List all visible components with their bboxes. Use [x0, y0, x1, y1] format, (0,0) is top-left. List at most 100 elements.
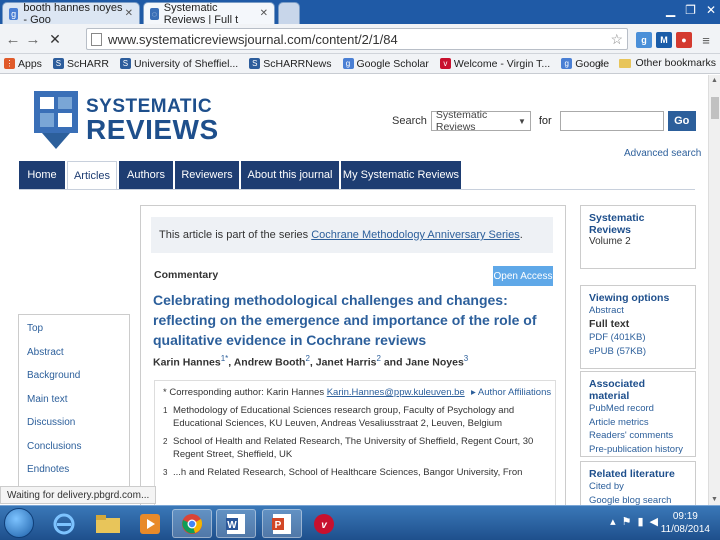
- virgin-media-icon[interactable]: v: [304, 509, 344, 538]
- menu-icon[interactable]: ≡: [698, 32, 714, 48]
- related-literature-box: Related literature Cited by Google blog …: [580, 461, 696, 505]
- logo-text: SYSTEMATIC REVIEWS: [86, 97, 219, 144]
- associated-link[interactable]: PubMed record: [589, 402, 687, 416]
- stop-icon[interactable]: ✕: [46, 30, 64, 48]
- volume-icon[interactable]: ◀: [650, 515, 658, 528]
- bookmark-apps[interactable]: ⋮ Apps: [4, 58, 42, 70]
- site-nav: Home Articles Authors Reviewers About th…: [19, 161, 463, 189]
- taskbar-clock[interactable]: 09:19 11/08/2014: [661, 510, 710, 536]
- search-input[interactable]: [559, 111, 664, 131]
- page-scrollbar[interactable]: ▲ ▼: [708, 75, 720, 505]
- toc-item[interactable]: Abstract: [27, 347, 129, 371]
- search-go-button[interactable]: Go: [667, 111, 696, 131]
- series-prefix: This article is part of the series: [159, 229, 312, 241]
- affiliation-text: School of Health and Related Research, T…: [173, 436, 534, 460]
- other-bookmarks[interactable]: » Other bookmarks: [598, 57, 716, 69]
- series-link[interactable]: Cochrane Methodology Anniversary Series: [311, 229, 520, 241]
- svg-text:W: W: [227, 520, 237, 531]
- viewing-options-title: Viewing options: [589, 292, 670, 304]
- media-player-icon[interactable]: [130, 509, 170, 538]
- related-link[interactable]: Cited by: [589, 480, 687, 494]
- bookmark-star-icon[interactable]: ☆: [610, 31, 623, 48]
- windows-taskbar: W P v ▴ ⚑ ▮ ◀ 09:19 11/08/2014: [0, 505, 720, 540]
- bookmark-virgin[interactable]: v Welcome - Virgin T...: [439, 57, 551, 70]
- close-tab-icon[interactable]: ✕: [125, 8, 133, 19]
- clock-date: 11/08/2014: [660, 524, 710, 535]
- nav-authors[interactable]: Authors: [119, 161, 173, 189]
- tab-google-search[interactable]: g booth hannes noyes - Goo ✕: [2, 2, 140, 26]
- author-name[interactable]: Jane Noyes: [405, 357, 463, 369]
- associated-link[interactable]: Readers' comments: [589, 429, 687, 443]
- toc-item[interactable]: Conclusions: [27, 441, 129, 465]
- bookmark-scharrnews[interactable]: S ScHARRNews: [249, 57, 332, 70]
- affiliation-number: 2: [163, 437, 168, 446]
- toc-item[interactable]: Top: [27, 323, 129, 347]
- bookmark-label: Apps: [18, 57, 42, 70]
- close-tab-icon[interactable]: ✕: [260, 8, 268, 19]
- associated-link[interactable]: Pre-publication history: [589, 443, 687, 457]
- nav-home[interactable]: Home: [19, 161, 65, 189]
- journal-box: Systematic Reviews Volume 2: [580, 205, 696, 269]
- advanced-search-link[interactable]: Advanced search: [624, 148, 701, 159]
- start-button[interactable]: [4, 508, 34, 538]
- bookmark-label: ScHARRNews: [263, 57, 332, 70]
- apps-grid-icon: ⋮: [4, 58, 15, 69]
- tray-arrow-icon[interactable]: ▴: [610, 515, 616, 528]
- author-name[interactable]: Andrew Booth: [234, 357, 306, 369]
- new-tab-button[interactable]: [278, 2, 300, 24]
- google-favicon-icon: g: [342, 58, 354, 69]
- nav-my-systematic-reviews[interactable]: My Systematic Reviews: [341, 161, 461, 189]
- corr-email-link[interactable]: Karin.Hannes@ppw.kuleuven.be: [327, 387, 465, 398]
- bookmark-label: Welcome - Virgin T...: [453, 57, 551, 70]
- view-option-epub[interactable]: ePUB (57KB): [589, 345, 687, 359]
- address-bar[interactable]: www.systematicreviewsjournal.com/content…: [86, 28, 628, 50]
- toc-item[interactable]: Main text: [27, 394, 129, 418]
- scroll-down-icon[interactable]: ▼: [711, 496, 718, 503]
- close-window-icon[interactable]: ✕: [706, 3, 716, 17]
- tab-label: Systematic Reviews | Full t: [163, 1, 239, 26]
- toc-item[interactable]: Discussion: [27, 417, 129, 441]
- chrome-icon[interactable]: [172, 509, 212, 538]
- article-toc: Top Abstract Background Main text Discus…: [18, 314, 130, 504]
- toc-item[interactable]: Endnotes: [27, 464, 129, 488]
- related-link[interactable]: Google blog search: [589, 494, 687, 506]
- powerpoint-icon[interactable]: P: [262, 509, 302, 538]
- view-option-pdf[interactable]: PDF (401KB): [589, 331, 687, 345]
- security-flag-icon[interactable]: ⚑: [622, 515, 632, 528]
- nav-about[interactable]: About this journal: [241, 161, 339, 189]
- toc-item[interactable]: Background: [27, 370, 129, 394]
- bookmark-scharr[interactable]: S ScHARR: [52, 58, 109, 70]
- search-scope-select[interactable]: Systematic Reviews ▼: [430, 109, 531, 133]
- affiliation-item: 2 School of Health and Related Research,…: [163, 435, 547, 461]
- scroll-up-icon[interactable]: ▲: [711, 77, 718, 84]
- file-explorer-icon[interactable]: [88, 509, 128, 538]
- word-icon[interactable]: W: [216, 509, 256, 538]
- nav-articles[interactable]: Articles: [67, 161, 117, 189]
- scrollbar-thumb[interactable]: [711, 97, 719, 119]
- minimize-icon[interactable]: ▁: [666, 3, 675, 17]
- svg-text:P: P: [275, 520, 282, 531]
- journal-name[interactable]: Systematic Reviews: [589, 212, 687, 236]
- tab-systematic-reviews[interactable]: ◌ Systematic Reviews | Full t ✕: [143, 1, 275, 26]
- associated-link[interactable]: Article metrics: [589, 416, 687, 430]
- network-icon[interactable]: ▮: [637, 515, 643, 528]
- nav-reviewers[interactable]: Reviewers: [175, 161, 239, 189]
- forward-icon[interactable]: →: [24, 30, 42, 48]
- author-affiliations-toggle[interactable]: ▸ Author Affiliations: [471, 387, 551, 398]
- back-icon[interactable]: ←: [4, 30, 22, 48]
- google-extension-icon[interactable]: g: [636, 32, 652, 48]
- view-option-abstract[interactable]: Abstract: [589, 304, 687, 318]
- bookmark-university[interactable]: S University of Sheffiel...: [119, 58, 238, 70]
- open-access-badge: Open Access: [493, 266, 553, 286]
- journal-logo[interactable]: SYSTEMATIC REVIEWS: [32, 89, 219, 151]
- restore-icon[interactable]: ❐: [685, 3, 696, 17]
- internet-explorer-icon[interactable]: [44, 509, 84, 538]
- adblock-extension-icon[interactable]: ●: [676, 32, 692, 48]
- logo-line-1: SYSTEMATIC: [86, 95, 213, 117]
- author-name[interactable]: Janet Harris: [316, 357, 377, 369]
- affiliation-number: 3: [163, 468, 168, 477]
- author-name[interactable]: Karin Hannes: [153, 357, 221, 369]
- bookmarks-overflow[interactable]: »: [598, 57, 604, 69]
- mendeley-extension-icon[interactable]: M: [656, 32, 672, 48]
- bookmark-google-scholar[interactable]: g Google Scholar: [342, 58, 429, 70]
